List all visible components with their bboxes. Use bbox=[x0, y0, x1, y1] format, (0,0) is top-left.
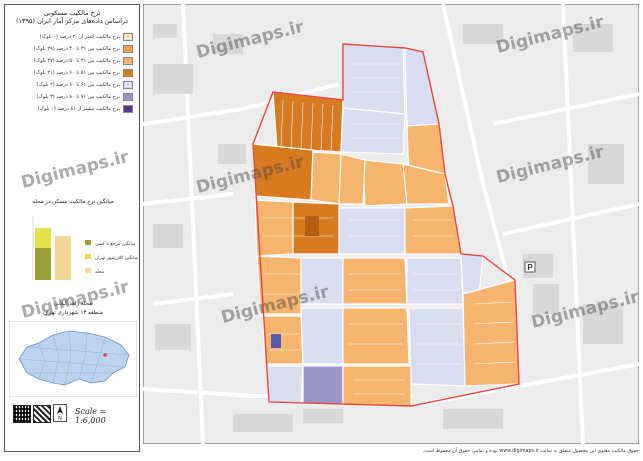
legend-subtitle: دراساس داده‌های مرکز آمار ایران (۱۳۹۵) bbox=[15, 17, 129, 25]
bar-neighborhood bbox=[55, 236, 71, 280]
legend-item: نرخ مالکیت بیشتر از ۸۱ درصد (۰ بلوک) bbox=[38, 105, 133, 113]
legend-item: نرخ مالکیت بین ۳۱ تا ۴۰ درصد (۲۹ بلوک) bbox=[34, 45, 133, 53]
chart-legend-swatch bbox=[85, 240, 91, 245]
neighborhood-name: محله زاهد گیلانی bbox=[53, 301, 93, 307]
chart-legend-swatch bbox=[85, 254, 91, 259]
ownership-chart-title: میانگین نرخ مالکیت مسکن در محله bbox=[32, 199, 114, 205]
legend-title: نرخ مالکیت مسکونی bbox=[43, 9, 101, 17]
district-name: منطقه ۱۳ شهرداری تهران bbox=[43, 310, 103, 316]
copyright-footer: حقوق مالکیت معنوی این محصول متعلق به سای… bbox=[422, 449, 639, 454]
ownership-bar-chart: میانگین مرجع با کسی میانگین کلان‌شهر تهر… bbox=[32, 216, 139, 280]
chart-legend-label: میانگین کلان‌شهر تهران bbox=[95, 254, 139, 261]
purple-block bbox=[271, 334, 281, 348]
legend-swatch bbox=[123, 69, 133, 77]
legend-swatch bbox=[123, 57, 133, 65]
legend-swatch bbox=[123, 33, 133, 41]
legend-swatch bbox=[123, 45, 133, 53]
legend-panel: نرخ مالکیت مسکونی دراساس داده‌های مرکز آ… bbox=[4, 4, 140, 452]
locator-map bbox=[9, 321, 137, 397]
legend-item: نرخ مالکیت بین ۶۱ تا ۶۰ درصد (۲ بلوک) bbox=[36, 81, 133, 89]
parking-icon: P bbox=[524, 261, 536, 273]
chart-legend-label: محله bbox=[95, 270, 105, 275]
legend-item: نرخ مالکیت بین ۵۱ تا ۶۰ درصد (۲۱ بلوک) bbox=[34, 69, 133, 77]
map-scale: Scale = 1:6,000 bbox=[75, 407, 107, 425]
map-canvas: P bbox=[143, 4, 639, 444]
north-arrow-icon: N bbox=[53, 404, 67, 422]
bar-tehran-average bbox=[35, 228, 51, 248]
legend-item: نرخ مالکیت بین ۷۱ تا ۸۰ درصد (۳ بلوک) bbox=[36, 93, 133, 101]
map-sheet: نرخ مالکیت مسکونی دراساس داده‌های مرکز آ… bbox=[0, 0, 643, 461]
chart-legend-swatch bbox=[85, 268, 91, 273]
legend-swatch bbox=[123, 93, 133, 101]
chart-legend-label: میانگین مرجع با کسی bbox=[95, 240, 136, 247]
qr-code-icon bbox=[13, 405, 31, 423]
svg-text:P: P bbox=[527, 263, 533, 272]
dark-block bbox=[305, 216, 319, 236]
bar-reference-average bbox=[35, 248, 51, 280]
legend-swatch bbox=[123, 81, 133, 89]
legend-item: نرخ مالکیت کمتر از ۳۰ درصد (۰ بلوک) bbox=[40, 33, 133, 41]
legend-swatch bbox=[123, 105, 133, 113]
svg-text:N: N bbox=[58, 416, 62, 422]
qr-code-icon bbox=[33, 405, 51, 423]
legend-item: نرخ مالکیت بین ۴۱ تا ۵۰ درصد (۴۷ بلوک) bbox=[34, 57, 133, 65]
